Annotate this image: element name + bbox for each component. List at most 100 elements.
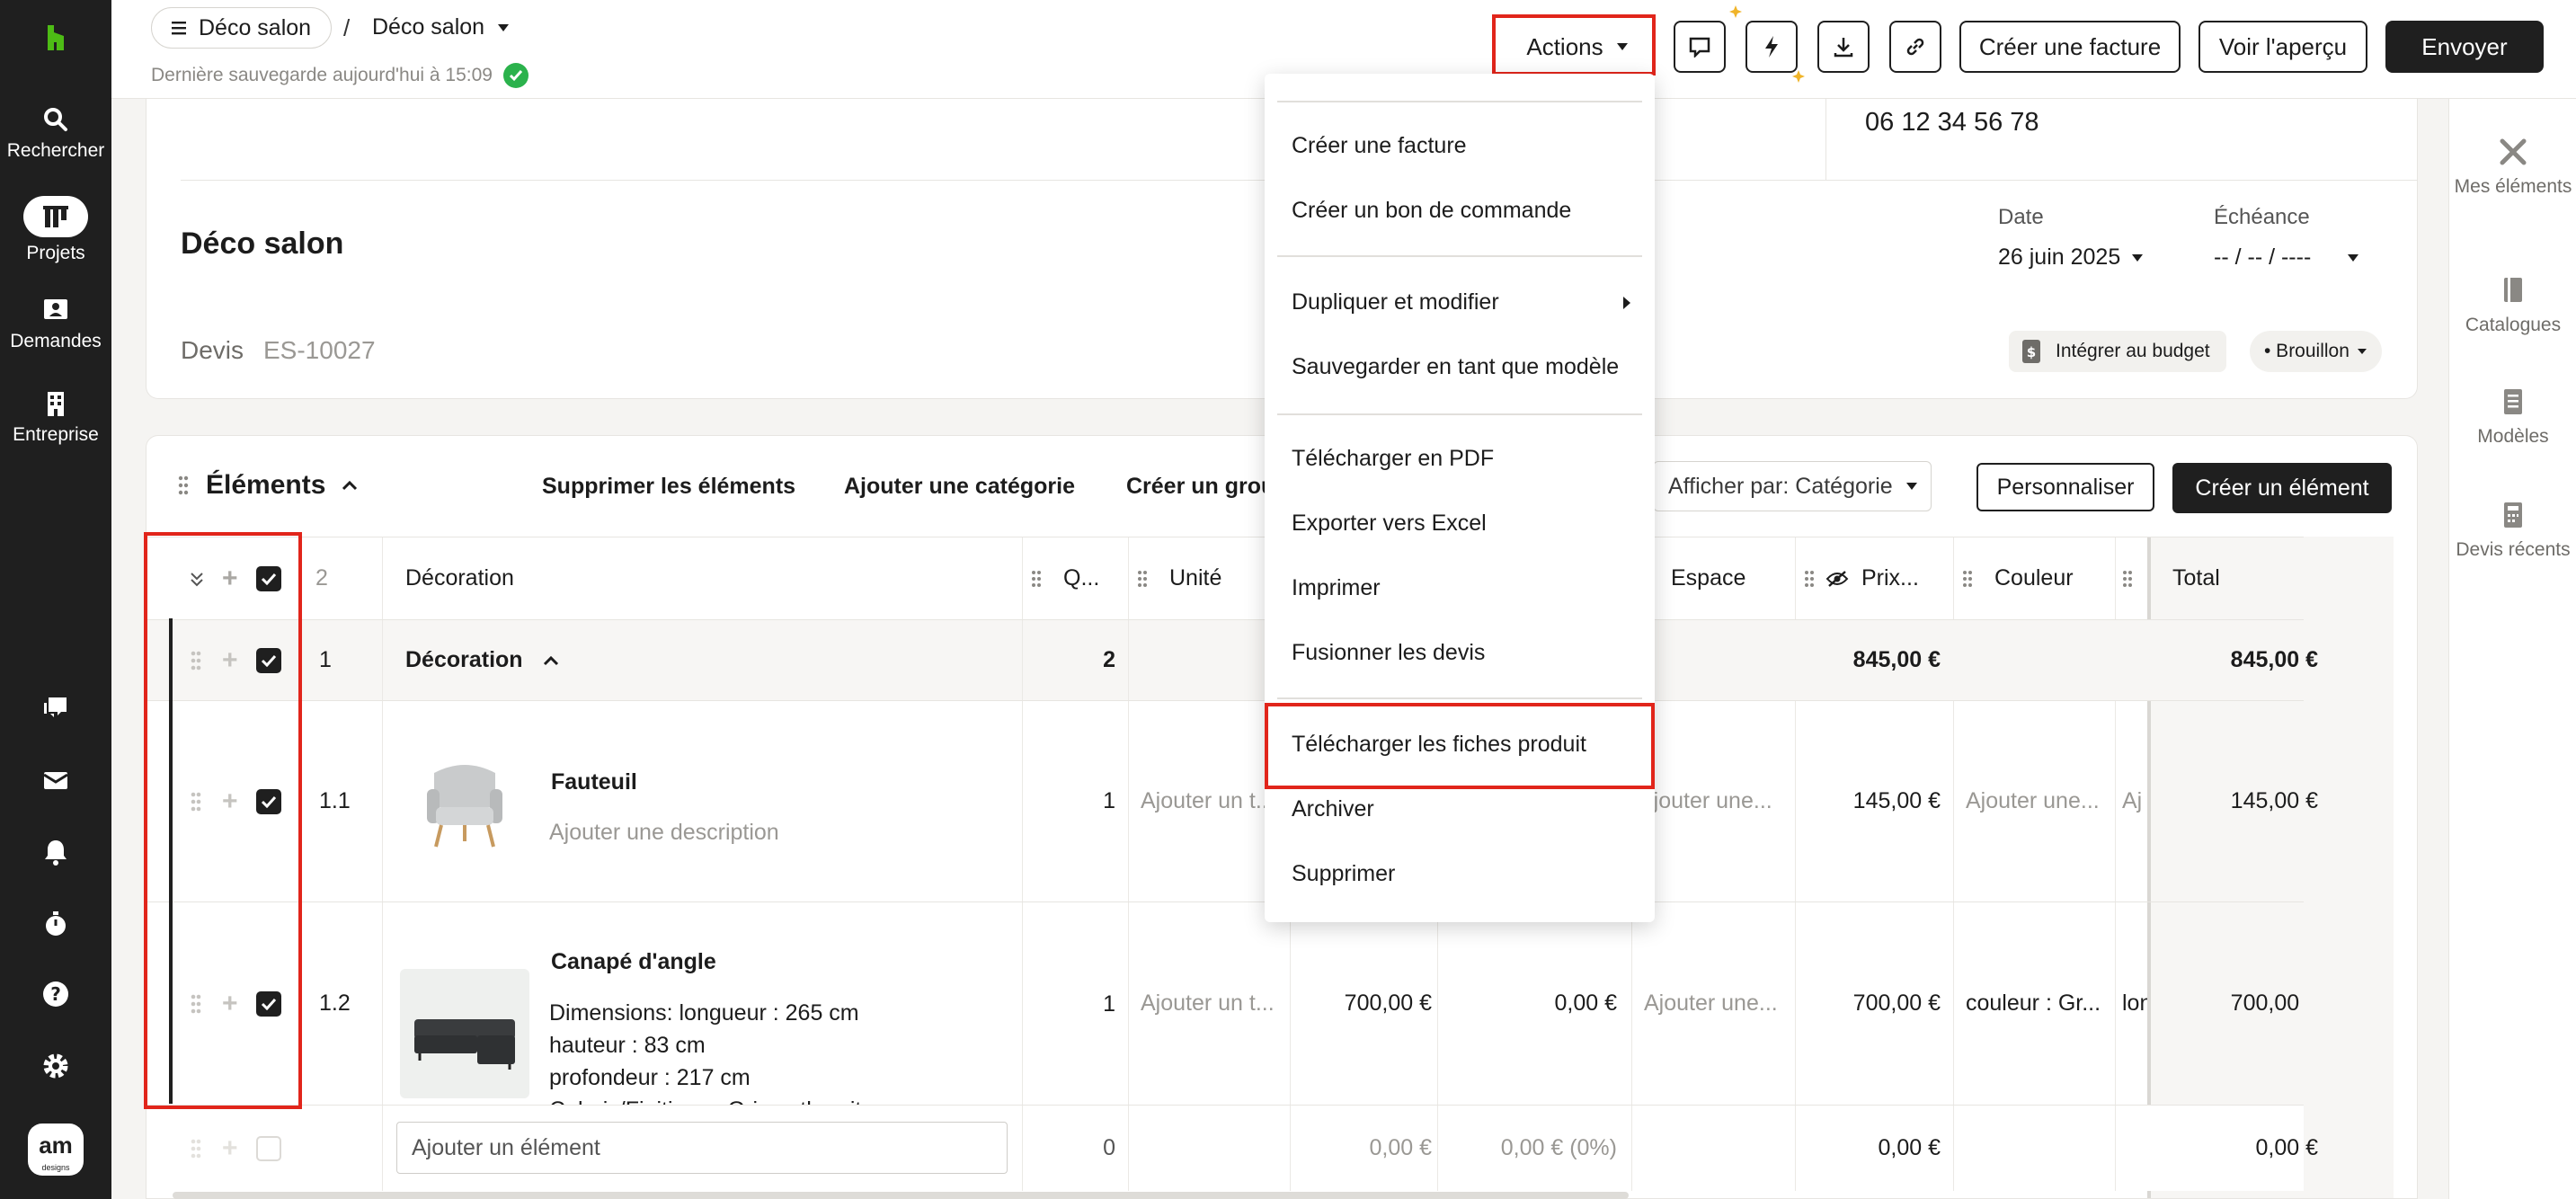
column-header-price[interactable]: Prix...	[1861, 537, 1942, 619]
breadcrumb-project[interactable]: Déco salon	[151, 7, 333, 49]
table-row[interactable]: + 1.1 Fauteuil Ajouter une description 1…	[147, 700, 2318, 901]
add-element-input[interactable]: Ajouter un élément	[396, 1122, 1008, 1174]
customize-button[interactable]: Personnaliser	[1976, 463, 2154, 511]
download-button[interactable]	[1817, 21, 1870, 73]
element-description-line[interactable]: profondeur : 217 cm	[549, 1062, 909, 1093]
delete-elements-button[interactable]: Supprimer les éléments	[542, 474, 795, 500]
element-color[interactable]: Ajouter une...	[1966, 701, 2110, 901]
right-panel-label: Devis récents	[2456, 539, 2571, 560]
element-extra[interactable]: Aj	[2122, 701, 2147, 901]
sidebar-item-company[interactable]: Entreprise	[0, 390, 111, 446]
breadcrumb-current[interactable]: Déco salon	[372, 14, 510, 40]
table-row-category[interactable]: + 1 Décoration 2 845,00 € 845,00 €	[147, 619, 2318, 700]
date-picker[interactable]: 26 juin 2025	[1998, 244, 2144, 271]
element-description-line[interactable]: Coloris/Finitions : Gris anthracite	[549, 1095, 909, 1106]
drag-handle-icon[interactable]	[1031, 537, 1049, 619]
preview-button[interactable]: Voir l'aperçu	[2198, 21, 2367, 73]
menu-item-save-template[interactable]: Sauvegarder en tant que modèle	[1292, 354, 1619, 380]
status-badge[interactable]: • Brouillon	[2250, 331, 2382, 372]
right-panel-my-elements[interactable]: Mes éléments	[2449, 137, 2576, 200]
menu-item-create-invoice[interactable]: Créer une facture	[1292, 133, 1467, 159]
integrate-budget-button[interactable]: $ Intégrer au budget	[2009, 331, 2226, 372]
sidebar-item-requests[interactable]: Demandes	[0, 297, 111, 352]
houzz-logo-icon[interactable]	[40, 22, 72, 54]
menu-item-delete[interactable]: Supprimer	[1292, 861, 1395, 887]
chat-icon[interactable]	[40, 692, 72, 724]
drag-handle-icon[interactable]	[1804, 537, 1822, 619]
drag-handle-icon[interactable]	[2122, 537, 2140, 619]
element-description-input[interactable]: Ajouter une description	[549, 814, 909, 850]
drag-handle-icon[interactable]	[1962, 537, 1980, 619]
column-divider	[1953, 537, 1954, 619]
sidebar-item-search[interactable]: Rechercher	[0, 106, 111, 162]
element-qty[interactable]: 1	[1045, 902, 1115, 1105]
element-unit[interactable]: Ajouter un t...	[1141, 902, 1277, 1105]
column-header-total[interactable]: Total	[2172, 537, 2262, 619]
eye-hidden-icon[interactable]	[1825, 537, 1852, 619]
element-description-line[interactable]: Dimensions: longueur : 265 cm	[549, 998, 909, 1028]
due-date-picker[interactable]: -- / -- / ----	[2214, 244, 2359, 271]
column-header-color[interactable]: Couleur	[1994, 537, 2102, 619]
armchair-image[interactable]	[400, 737, 529, 866]
menu-item-export-excel[interactable]: Exporter vers Excel	[1292, 511, 1487, 537]
right-panel-label: Catalogues	[2465, 315, 2562, 335]
menu-item-duplicate-edit[interactable]: Dupliquer et modifier	[1292, 289, 1631, 315]
comments-button[interactable]	[1674, 21, 1726, 73]
help-icon[interactable]: ?	[40, 978, 72, 1010]
horizontal-scrollbar[interactable]	[173, 1192, 1629, 1199]
menu-item-create-purchase-order[interactable]: Créer un bon de commande	[1292, 198, 1571, 224]
element-qty[interactable]: 1	[1045, 701, 1115, 901]
column-header-qty[interactable]: Q...	[1063, 537, 1117, 619]
element-discount[interactable]: 0,00 €	[1446, 902, 1617, 1105]
company-avatar[interactable]: am designs	[28, 1124, 84, 1176]
element-description-line[interactable]: hauteur : 83 cm	[549, 1030, 909, 1061]
send-button[interactable]: Envoyer	[2385, 21, 2544, 73]
element-unit[interactable]: Ajouter un t...	[1141, 701, 1277, 901]
element-name[interactable]: Canapé d'angle	[551, 946, 910, 978]
share-link-button[interactable]	[1889, 21, 1941, 73]
element-space[interactable]: Ajouter une...	[1639, 701, 1782, 901]
element-space[interactable]: Ajouter une...	[1644, 902, 1788, 1105]
column-header-decoration[interactable]: Décoration	[405, 537, 765, 619]
document-title[interactable]: Déco salon	[181, 226, 343, 262]
category-name[interactable]: Décoration	[405, 620, 675, 700]
element-price[interactable]: 700,00 €	[1809, 902, 1941, 1105]
column-divider	[1631, 1106, 1632, 1191]
column-header-space[interactable]: Espace	[1671, 537, 1779, 619]
drag-handle-icon	[190, 1106, 208, 1191]
right-panel-catalogues[interactable]: Catalogues	[2449, 275, 2576, 338]
create-invoice-button[interactable]: Créer une facture	[1959, 21, 2181, 73]
create-invoice-label: Créer une facture	[1978, 32, 2162, 60]
menu-item-print[interactable]: Imprimer	[1292, 575, 1381, 601]
element-extra[interactable]: lon	[2122, 902, 2147, 1105]
search-icon	[44, 108, 67, 131]
view-by-select[interactable]: Afficher par: Catégorie	[1653, 461, 1932, 511]
element-cost[interactable]: 700,00 €	[1299, 902, 1432, 1105]
budget-icon: $	[2022, 340, 2040, 363]
drag-handle-icon[interactable]	[1137, 537, 1155, 619]
create-group-button[interactable]: Créer un grou	[1126, 474, 1275, 500]
bell-icon[interactable]	[40, 836, 72, 868]
element-color[interactable]: couleur : Gr...	[1966, 902, 2111, 1105]
automation-button[interactable]	[1745, 21, 1798, 73]
table-row[interactable]: + 1.2 Canapé d'angle Dimensions: longueu…	[147, 901, 2304, 1105]
menu-item-archive[interactable]: Archiver	[1292, 796, 1374, 822]
sidebar-item-projects[interactable]: Projets	[0, 196, 111, 264]
column-header-unit[interactable]: Unité	[1169, 537, 1259, 619]
create-element-button[interactable]: Créer un élément	[2172, 463, 2392, 513]
sofa-image[interactable]	[400, 969, 529, 1098]
mail-icon[interactable]	[40, 764, 72, 796]
elements-section-toggle[interactable]: Éléments	[177, 470, 358, 501]
element-price[interactable]: 145,00 €	[1809, 701, 1941, 901]
timer-icon[interactable]	[40, 908, 72, 940]
sidebar-item-label: Rechercher	[6, 140, 105, 161]
menu-item-download-pdf[interactable]: Télécharger en PDF	[1292, 446, 1494, 472]
element-name[interactable]: Fauteuil	[551, 764, 910, 800]
add-category-button[interactable]: Ajouter une catégorie	[844, 474, 1075, 500]
row-checkbox[interactable]	[256, 1106, 283, 1191]
gear-icon[interactable]	[40, 1050, 72, 1082]
column-divider	[1022, 620, 1023, 700]
right-panel-templates[interactable]: Modèles	[2449, 386, 2576, 449]
right-panel-recent-quotes[interactable]: Devis récents	[2449, 500, 2576, 563]
menu-item-merge-quotes[interactable]: Fusionner les devis	[1292, 640, 1485, 666]
